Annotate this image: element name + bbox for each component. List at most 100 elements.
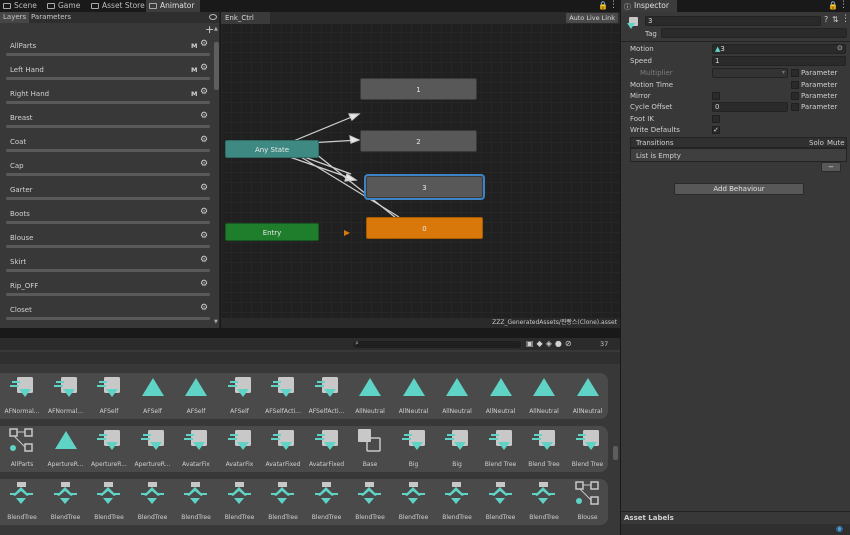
layer-weight-slider[interactable] (6, 269, 210, 272)
cycle-offset-parameter-checkbox[interactable] (791, 103, 799, 111)
asset-item[interactable]: BlendTree (45, 479, 87, 525)
asset-item[interactable]: AFSelf (219, 373, 261, 419)
gear-icon[interactable]: ⚙ (200, 40, 208, 49)
layer-item[interactable]: Blouse ⚙ (2, 229, 212, 252)
asset-item[interactable]: AFNormal... (1, 373, 43, 419)
asset-item[interactable]: Base (349, 426, 391, 472)
cycle-offset-field[interactable]: 0 (712, 102, 788, 112)
gear-icon[interactable]: ⚙ (200, 184, 208, 193)
asset-item[interactable]: AFSelf (132, 373, 174, 419)
layer-weight-slider[interactable] (6, 317, 210, 320)
mirror-parameter-checkbox[interactable] (791, 92, 799, 100)
gear-icon[interactable]: ⚙ (200, 64, 208, 73)
asset-item[interactable]: AllNeutral (480, 373, 522, 419)
asset-item[interactable]: AvatarFixed (262, 426, 304, 472)
asset-item[interactable]: BlendTree (175, 479, 217, 525)
multiplier-parameter-checkbox[interactable] (791, 69, 799, 77)
asset-item[interactable]: AFNormal... (45, 373, 87, 419)
any-state-node[interactable]: Any State (225, 140, 319, 158)
layer-weight-slider[interactable] (6, 101, 210, 104)
lock-icon[interactable]: 🔒 (828, 1, 838, 10)
layer-weight-slider[interactable] (6, 173, 210, 176)
gear-icon[interactable]: ⚙ (200, 256, 208, 265)
layer-item[interactable]: Skirt ⚙ (2, 253, 212, 276)
layer-weight-slider[interactable] (6, 197, 210, 200)
layer-weight-slider[interactable] (6, 221, 210, 224)
layer-weight-slider[interactable] (6, 293, 210, 296)
layer-weight-slider[interactable] (6, 149, 210, 152)
asset-item[interactable]: BlendTree (88, 479, 130, 525)
layers-scrollbar[interactable] (214, 36, 219, 326)
eye-icon[interactable] (209, 14, 217, 20)
asset-item[interactable]: BlendTree (523, 479, 565, 525)
asset-item[interactable]: ApertureR... (88, 426, 130, 472)
asset-item[interactable]: BlendTree (306, 479, 348, 525)
tag-icon[interactable]: ◉ (836, 524, 843, 533)
remove-transition-button[interactable]: − (821, 162, 841, 172)
layer-item[interactable]: Breast ⚙ (2, 109, 212, 132)
mirror-checkbox[interactable] (712, 92, 720, 100)
motion-time-parameter-checkbox[interactable] (791, 81, 799, 89)
tag-field[interactable] (661, 28, 847, 38)
layer-weight-slider[interactable] (6, 125, 210, 128)
add-behaviour-button[interactable]: Add Behaviour (674, 183, 804, 195)
layer-item[interactable]: Boots ⚙ (2, 205, 212, 228)
asset-item[interactable]: Blend Tree (567, 426, 609, 472)
state-node-1[interactable]: 1 (360, 78, 477, 100)
asset-item[interactable]: BlendTree (219, 479, 261, 525)
asset-item[interactable]: AFSelfActi... (306, 373, 348, 419)
multiplier-dropdown[interactable]: ▾ (712, 68, 788, 78)
asset-item[interactable]: Big (436, 426, 478, 472)
help-icon[interactable]: ? (824, 15, 828, 24)
motion-field[interactable]: ▲3 (712, 44, 846, 54)
layer-item[interactable]: Right Hand M ⚙ (2, 85, 212, 108)
settings-icon[interactable]: ⇅ (832, 15, 839, 24)
asset-item[interactable]: AllNeutral (523, 373, 565, 419)
gear-icon[interactable]: ⚙ (200, 112, 208, 121)
layer-weight-slider[interactable] (6, 77, 210, 80)
write-defaults-checkbox[interactable]: ✓ (712, 126, 720, 134)
layer-item[interactable]: AllParts M ⚙ (2, 37, 212, 60)
scroll-up-icon[interactable]: ▲ (214, 26, 218, 32)
gear-icon[interactable]: ⚙ (200, 304, 208, 313)
animator-graph[interactable]: Enk_Ctrl Auto Live Link 1 2 3 0 Any Stat… (221, 12, 620, 328)
asset-item[interactable]: Blend Tree (523, 426, 565, 472)
asset-item[interactable]: BlendTree (393, 479, 435, 525)
asset-item[interactable]: AllNeutral (436, 373, 478, 419)
gear-icon[interactable]: ⚙ (200, 136, 208, 145)
asset-item[interactable]: AvatarFix (175, 426, 217, 472)
asset-item[interactable]: AvatarFix (219, 426, 261, 472)
tab-layers[interactable]: Layers (0, 12, 30, 23)
asset-item[interactable]: AvatarFixed (306, 426, 348, 472)
search-input[interactable] (352, 340, 522, 349)
state-node-3[interactable]: 3 (366, 176, 483, 198)
scroll-down-icon[interactable]: ▼ (214, 319, 218, 325)
asset-item[interactable]: ApertureR... (45, 426, 87, 472)
tab-game[interactable]: Game (44, 0, 88, 12)
layer-item[interactable]: Cap ⚙ (2, 157, 212, 180)
asset-item[interactable]: AFSelf (175, 373, 217, 419)
tab-parameters[interactable]: Parameters (28, 12, 74, 23)
state-name-field[interactable]: 3 (645, 16, 821, 26)
asset-item[interactable]: AllNeutral (349, 373, 391, 419)
assets-scrollbar-thumb[interactable] (613, 446, 618, 460)
default-state-node[interactable]: 0 (366, 217, 483, 239)
asset-item[interactable]: Blend Tree (480, 426, 522, 472)
layer-weight-slider[interactable] (6, 245, 210, 248)
asset-item[interactable]: AFSelfActi... (262, 373, 304, 419)
asset-item[interactable]: BlendTree (132, 479, 174, 525)
tab-asset-store[interactable]: Asset Store (88, 0, 146, 12)
layer-weight-slider[interactable] (6, 53, 210, 56)
asset-item[interactable]: ApertureR... (132, 426, 174, 472)
gear-icon[interactable]: ⚙ (200, 88, 208, 97)
layer-item[interactable]: Rip_OFF ⚙ (2, 277, 212, 300)
tab-animator[interactable]: Animator (146, 0, 200, 12)
more-icon[interactable]: ⋮ (609, 0, 618, 10)
more-icon[interactable]: ⋮ (839, 0, 848, 10)
asset-item[interactable]: BlendTree (1, 479, 43, 525)
asset-item[interactable]: Blouse (567, 479, 609, 525)
layer-item[interactable]: Closet ⚙ (2, 301, 212, 324)
gear-icon[interactable]: ⚙ (200, 232, 208, 241)
scrollbar-thumb[interactable] (214, 42, 219, 90)
asset-item[interactable]: AllNeutral (393, 373, 435, 419)
